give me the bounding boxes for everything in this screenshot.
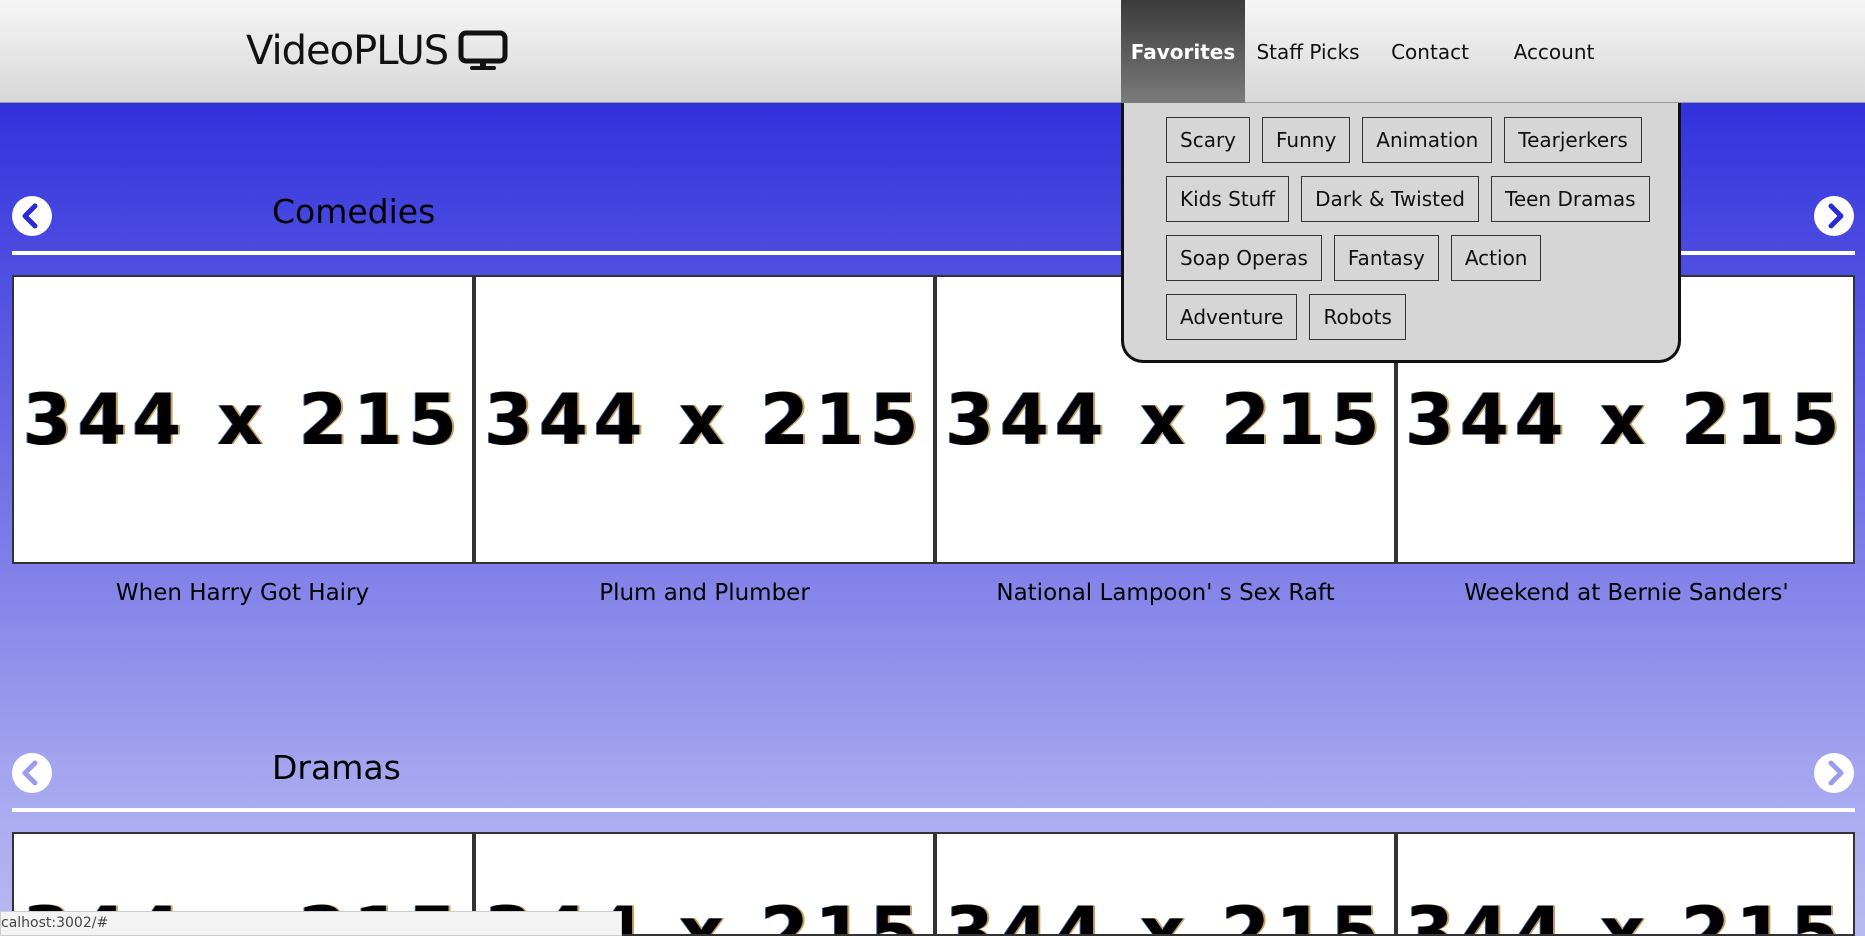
movie-title[interactable]: National Lampoon' s Sex Raft — [935, 580, 1396, 606]
movie-title[interactable]: When Harry Got Hairy — [12, 580, 473, 606]
dramas-next-arrow[interactable] — [1814, 753, 1854, 793]
movie-card-thumbnail[interactable]: 344 x 215 — [12, 275, 474, 564]
genre-chip-funny[interactable]: Funny — [1262, 117, 1351, 163]
movie-title[interactable]: Weekend at Bernie Sanders' — [1396, 580, 1857, 606]
movie-card-thumbnail[interactable]: 344 x 215 — [935, 832, 1396, 936]
genre-chip-tearjerkers[interactable]: Tearjerkers — [1504, 117, 1642, 163]
genre-chip-adventure[interactable]: Adventure — [1166, 294, 1298, 340]
genre-row: Adventure Robots — [1166, 294, 1678, 340]
main-nav: Favorites Staff Picks Contact Account — [1121, 0, 1619, 103]
top-header: VideoPLUS Favorites Staff Picks Contact … — [0, 0, 1865, 103]
genre-row: Soap Operas Fantasy Action — [1166, 235, 1678, 281]
chevron-left-icon — [22, 760, 38, 786]
genre-chip-robots[interactable]: Robots — [1309, 294, 1406, 340]
nav-favorites[interactable]: Favorites — [1121, 0, 1245, 103]
placeholder-text: 344 x 215 — [945, 892, 1386, 936]
movie-card-thumbnail[interactable]: 344 x 215 — [474, 275, 935, 564]
logo-text: VideoPLUS — [246, 28, 449, 74]
genre-chip-soap-operas[interactable]: Soap Operas — [1166, 235, 1322, 281]
genre-chip-action[interactable]: Action — [1450, 235, 1542, 281]
movie-card-thumbnail[interactable]: 344 x 215 — [1396, 832, 1855, 936]
genre-row: Scary Funny Animation Tearjerkers — [1166, 117, 1678, 163]
section-divider — [12, 808, 1855, 812]
placeholder-text: 344 x 215 — [1405, 378, 1846, 461]
genre-chip-teen-dramas[interactable]: Teen Dramas — [1491, 176, 1650, 222]
placeholder-text: 344 x 215 — [1405, 892, 1846, 936]
movie-title[interactable]: Plum and Plumber — [474, 580, 935, 606]
genre-chip-fantasy[interactable]: Fantasy — [1333, 235, 1439, 281]
genre-chip-scary[interactable]: Scary — [1166, 117, 1251, 163]
favorites-dropdown: Scary Funny Animation Tearjerkers Kids S… — [1121, 103, 1681, 363]
placeholder-text: 344 x 215 — [945, 378, 1386, 461]
genre-chip-animation[interactable]: Animation — [1362, 117, 1493, 163]
nav-account[interactable]: Account — [1489, 0, 1619, 103]
section-title-comedies: Comedies — [272, 192, 436, 231]
dramas-prev-arrow[interactable] — [12, 753, 52, 793]
nav-contact[interactable]: Contact — [1371, 0, 1489, 103]
genre-chip-kids-stuff[interactable]: Kids Stuff — [1166, 176, 1290, 222]
comedies-next-arrow[interactable] — [1814, 196, 1854, 236]
placeholder-text: 344 x 215 — [22, 378, 464, 461]
logo[interactable]: VideoPLUS — [246, 26, 508, 76]
section-title-dramas: Dramas — [272, 748, 401, 787]
monitor-icon — [458, 30, 508, 72]
genre-row: Kids Stuff Dark & Twisted Teen Dramas — [1166, 176, 1678, 222]
chevron-right-icon — [1828, 760, 1844, 786]
status-url: calhost:3002/# — [1, 915, 109, 931]
chevron-right-icon — [1828, 203, 1844, 229]
genre-chip-dark-twisted[interactable]: Dark & Twisted — [1301, 176, 1479, 222]
nav-staff-picks[interactable]: Staff Picks — [1245, 0, 1371, 103]
chevron-left-icon — [22, 203, 38, 229]
comedies-prev-arrow[interactable] — [12, 196, 52, 236]
browser-status-bar: calhost:3002/# — [0, 911, 622, 936]
placeholder-text: 344 x 215 — [484, 378, 925, 461]
